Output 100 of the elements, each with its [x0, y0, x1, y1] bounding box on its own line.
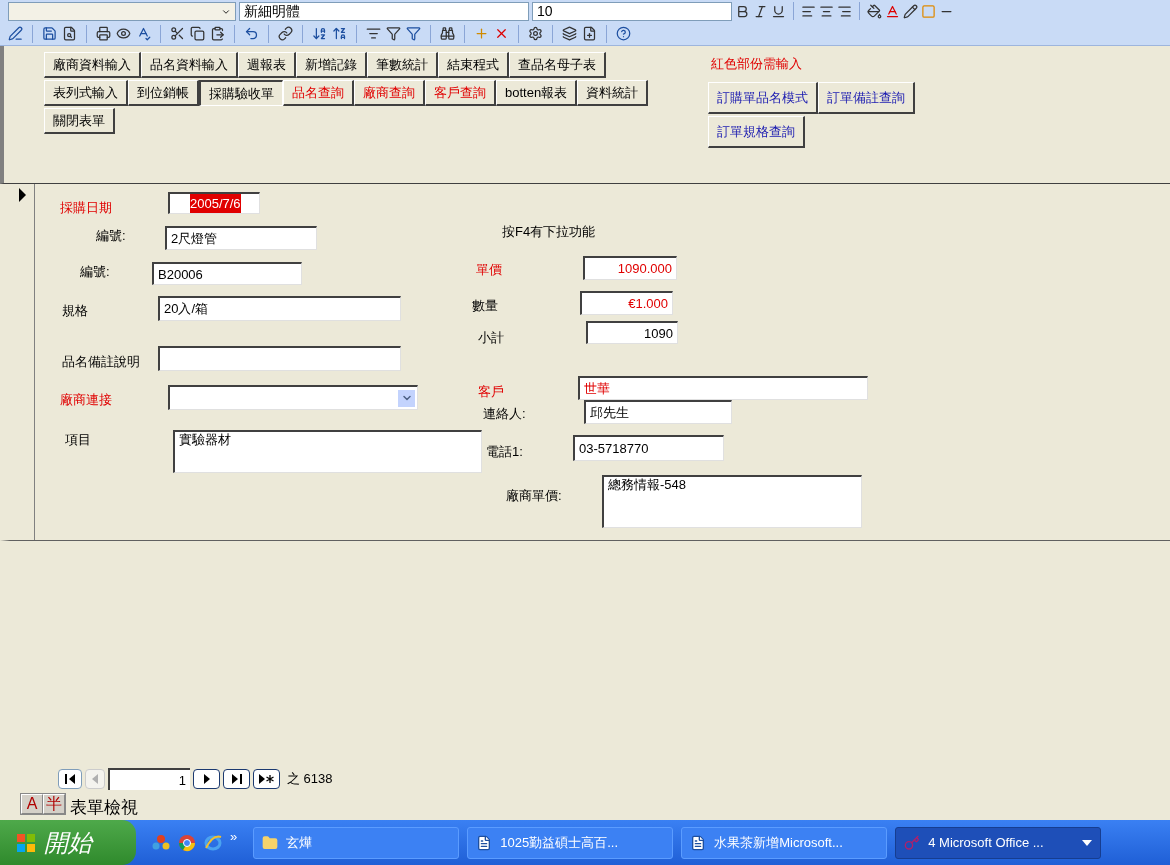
- form-button[interactable]: 新增記錄: [296, 52, 367, 78]
- number-field[interactable]: 1090.000: [583, 256, 677, 280]
- query-button[interactable]: 訂單備註查詢: [818, 82, 916, 114]
- font-box[interactable]: 新細明體: [239, 1, 529, 21]
- bold-icon[interactable]: [735, 3, 750, 19]
- key-icon: [904, 834, 921, 851]
- previous-record-icon: [92, 774, 98, 784]
- form-button[interactable]: 關閉表單: [44, 108, 115, 134]
- form-button[interactable]: 查品名母子表: [509, 52, 606, 78]
- status-text: 表單檢視: [70, 797, 138, 819]
- line-color-icon[interactable]: [903, 3, 918, 19]
- filter-form-icon[interactable]: [386, 26, 401, 41]
- first-record-button[interactable]: [58, 769, 82, 789]
- form-button[interactable]: 結束程式: [438, 52, 509, 78]
- form-button[interactable]: botten報表: [496, 80, 578, 106]
- form-button[interactable]: 到位銷帳: [128, 80, 199, 106]
- last-record-button[interactable]: [223, 769, 250, 789]
- selected-date: 2005/7/6: [190, 193, 241, 214]
- help-icon[interactable]: [616, 26, 631, 41]
- font-size-box[interactable]: 10: [532, 1, 732, 21]
- field-label: 編號:: [96, 227, 126, 245]
- field-label: 項目: [65, 431, 91, 449]
- field-label: 規格: [62, 302, 88, 320]
- form-button[interactable]: 廠商查詢: [354, 80, 425, 106]
- align-center-icon[interactable]: [819, 3, 834, 19]
- taskbar-button[interactable]: 水果茶新增Microsoft...: [681, 826, 888, 859]
- number-field[interactable]: €1.000: [580, 291, 673, 315]
- text-field[interactable]: 20入/箱: [158, 296, 401, 321]
- number-field[interactable]: 1090: [586, 321, 678, 344]
- sort-descending-icon[interactable]: [332, 26, 347, 41]
- italic-icon[interactable]: [753, 3, 768, 19]
- field-label: 電話1:: [486, 443, 523, 461]
- paste-icon[interactable]: [210, 26, 225, 41]
- memo-field[interactable]: 實驗器材: [173, 430, 482, 473]
- sort-ascending-icon[interactable]: [312, 26, 327, 41]
- form-button[interactable]: 筆數統計: [367, 52, 438, 78]
- design-view-icon[interactable]: [8, 26, 23, 41]
- date-field[interactable]: 2005/7/6: [168, 192, 260, 214]
- form-button[interactable]: 採購驗收單: [199, 80, 283, 106]
- properties-icon[interactable]: [528, 26, 543, 41]
- field-label: 編號:: [80, 263, 110, 281]
- field-label: 客戶: [478, 383, 504, 401]
- document-icon: [476, 834, 493, 851]
- filter-selection-icon[interactable]: [366, 26, 381, 41]
- ime-button[interactable]: A: [21, 794, 43, 814]
- font-color-icon[interactable]: [885, 3, 900, 19]
- form-button[interactable]: 客戶查詢: [425, 80, 496, 106]
- print-preview-icon[interactable]: [116, 26, 131, 41]
- next-record-icon: [203, 774, 210, 784]
- form-button[interactable]: 表列式輸入: [44, 80, 128, 106]
- text-field[interactable]: [158, 346, 401, 371]
- form-button[interactable]: 品名查詢: [283, 80, 354, 106]
- document-icon: [690, 834, 707, 851]
- first-record-icon: [65, 774, 75, 784]
- text-field[interactable]: 邱先生: [584, 400, 732, 424]
- query-button[interactable]: 訂單規格查詢: [708, 116, 806, 148]
- text-field[interactable]: B20006: [152, 262, 302, 285]
- fill-color-icon[interactable]: [867, 3, 882, 19]
- form-button[interactable]: 資料統計: [577, 80, 649, 106]
- field-label: 品名備註說明: [62, 353, 140, 371]
- undo-icon[interactable]: [244, 26, 259, 41]
- folder-icon: [262, 834, 279, 851]
- align-right-icon[interactable]: [837, 3, 852, 19]
- overflow-chevron[interactable]: »: [230, 826, 238, 847]
- taskbar-button[interactable]: 玄燁: [253, 826, 460, 859]
- ime-button[interactable]: 半: [43, 794, 65, 814]
- database-window-icon[interactable]: [562, 26, 577, 41]
- align-left-icon[interactable]: [801, 3, 816, 19]
- text-field[interactable]: 世華: [578, 376, 868, 400]
- record-number-field[interactable]: 1: [108, 768, 190, 790]
- form-button[interactable]: 廠商資料輸入: [44, 52, 141, 78]
- delete-record-icon[interactable]: [494, 26, 509, 41]
- form-button[interactable]: 品名資料輸入: [141, 52, 238, 78]
- form-button[interactable]: 週報表: [238, 52, 296, 78]
- text-field[interactable]: 03-5718770: [573, 435, 724, 461]
- spelling-icon[interactable]: [136, 26, 151, 41]
- memo-field[interactable]: 總務情報-548: [602, 475, 862, 528]
- print-icon[interactable]: [96, 26, 111, 41]
- apply-filter-icon[interactable]: [406, 26, 421, 41]
- field-label: 連絡人:: [483, 405, 526, 423]
- new-object-icon[interactable]: [582, 26, 597, 41]
- new-record-button[interactable]: [253, 769, 280, 789]
- find-icon[interactable]: [440, 26, 455, 41]
- file-search-icon[interactable]: [62, 26, 77, 41]
- taskbar-button[interactable]: 4 Microsoft Office ...: [895, 826, 1102, 859]
- new-record-icon: [258, 774, 275, 784]
- query-button[interactable]: 訂購單品名模式: [708, 82, 819, 114]
- dropdown-arrow-icon: [1082, 839, 1093, 846]
- field-label: 按F4有下拉功能: [502, 223, 596, 241]
- taskbar-button[interactable]: 1025勤益碩士高百...: [467, 826, 674, 859]
- copy-icon[interactable]: [190, 26, 205, 41]
- browser-icon[interactable]: [178, 833, 196, 852]
- link-icon[interactable]: [278, 26, 293, 41]
- start-button[interactable]: 開始: [0, 820, 136, 865]
- dropdown-field[interactable]: [168, 385, 418, 410]
- save-icon[interactable]: [42, 26, 57, 41]
- cut-icon[interactable]: [170, 26, 185, 41]
- text-field[interactable]: 2尺燈管: [165, 226, 317, 250]
- next-record-button[interactable]: [193, 769, 220, 789]
- underline-icon[interactable]: [771, 3, 786, 19]
